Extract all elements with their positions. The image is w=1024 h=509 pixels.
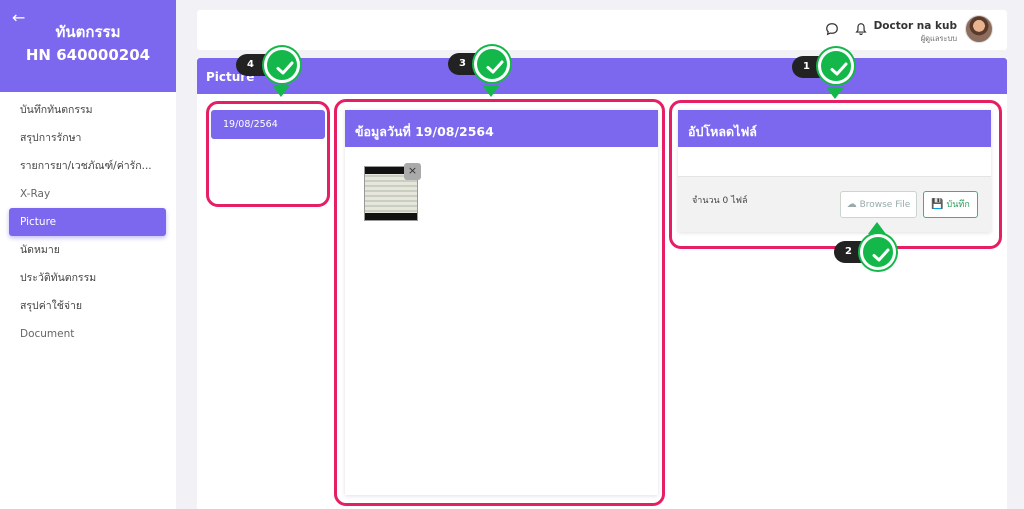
page-title: Picture — [197, 58, 1007, 94]
highlight-outline-1 — [669, 100, 1002, 249]
sidebar-header: ← ทันตกรรม HN 640000204 — [0, 0, 176, 92]
sidebar: ← ทันตกรรม HN 640000204 บันทึกทันตกรรม ส… — [0, 0, 176, 509]
sidebar-item-appointment[interactable]: นัดหมาย — [9, 236, 166, 264]
chat-icon[interactable] — [825, 22, 839, 36]
highlight-outline-4 — [206, 101, 330, 207]
check-icon — [264, 47, 300, 83]
sidebar-item-medicine-list[interactable]: รายการยา/เวชภัณฑ์/ค่ารัก... — [9, 152, 166, 180]
sidebar-item-document[interactable]: Document — [9, 320, 166, 348]
check-icon — [474, 46, 510, 82]
sidebar-item-dental-history[interactable]: ประวัติทันตกรรม — [9, 264, 166, 292]
check-icon — [860, 234, 896, 270]
highlight-outline-3 — [334, 99, 665, 506]
avatar[interactable] — [965, 15, 993, 43]
sidebar-item-dental-record[interactable]: บันทึกทันตกรรม — [9, 96, 166, 124]
patient-hn: HN 640000204 — [25, 46, 151, 64]
sidebar-item-picture[interactable]: Picture — [9, 208, 166, 236]
top-bar: Doctor na kub ผู้ดูแลระบบ — [197, 10, 1007, 50]
department-title: ทันตกรรม — [55, 23, 121, 41]
sidebar-menu: บันทึกทันตกรรม สรุปการรักษา รายการยา/เวช… — [9, 96, 166, 348]
user-name: Doctor na kub — [873, 20, 957, 32]
user-role: ผู้ดูแลระบบ — [920, 34, 957, 43]
sidebar-item-expense-summary[interactable]: สรุปค่าใช้จ่าย — [9, 292, 166, 320]
sidebar-item-treatment-summary[interactable]: สรุปการรักษา — [9, 124, 166, 152]
bell-icon[interactable] — [854, 22, 868, 36]
sidebar-item-xray[interactable]: X-Ray — [9, 180, 166, 208]
check-icon — [818, 48, 854, 84]
